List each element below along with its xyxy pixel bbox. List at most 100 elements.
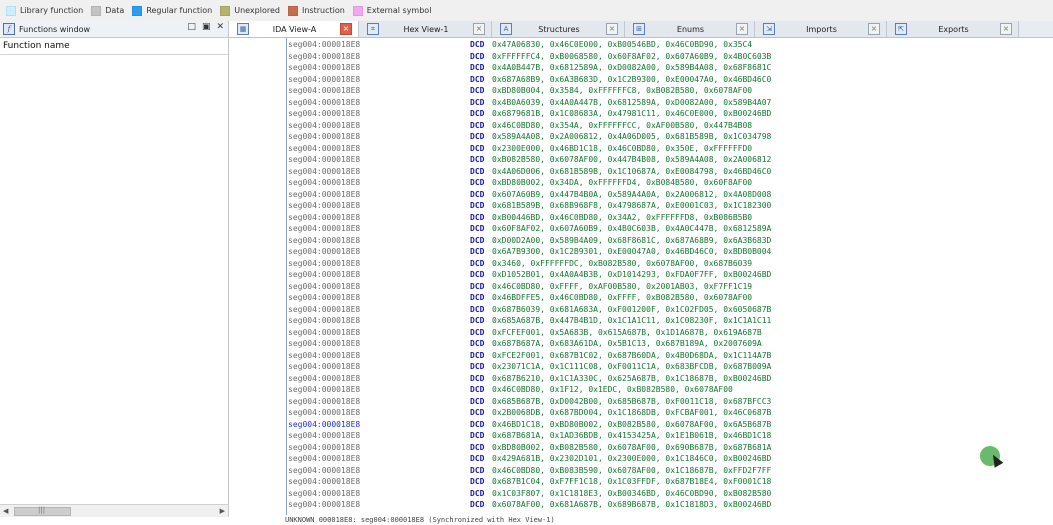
line-mnemonic: DCD: [470, 385, 485, 394]
disasm-line[interactable]: seg004:000018E8 DCD 0x46C0BD80, 0x1F12, 0x…: [288, 384, 771, 396]
disasm-line[interactable]: seg004:000018E8 DCD 0xFCE2F001, 0x687B1C02…: [288, 350, 771, 362]
disasm-line[interactable]: seg004:000018E8 DCD 0xBD80B002, 0x34DA, 0x…: [288, 177, 771, 189]
line-operands: 0xD00D2A00, 0x589B4A09, 0x68F8681C, 0x68…: [492, 235, 772, 245]
disasm-line[interactable]: seg004:000018E8 DCD 0x46C0BD80, 0xFFFF, 0x…: [288, 281, 771, 293]
close-icon[interactable]: ✕: [216, 22, 224, 32]
enums-icon: ⊞: [633, 23, 645, 35]
line-address: seg004:000018E8: [288, 281, 361, 291]
tab-hex-view-1[interactable]: ⌗ Hex View-1 ×: [359, 21, 492, 37]
disasm-line[interactable]: seg004:000018E8 DCD 0x685B687B, 0xD0042B00…: [288, 396, 771, 408]
disasm-line[interactable]: seg004:000018E8 DCD 0x46BD1C18, 0xBD80B002…: [288, 419, 771, 431]
disasm-line[interactable]: seg004:000018E8 DCD 0xB082B580, 0x6078AF00…: [288, 154, 771, 166]
line-operands: 0x4A06D006, 0x681B589B, 0x1C10687A, 0xE0…: [492, 166, 772, 176]
line-operands: 0x685B687B, 0xD0042B00, 0x685B687B, 0xF0…: [492, 396, 772, 406]
disasm-line[interactable]: seg004:000018E8 DCD 0x429A681B, 0x2302D101…: [288, 453, 771, 465]
disasm-line[interactable]: seg004:000018E8 DCD 0xBD80B004, 0x3584, 0x…: [288, 85, 771, 97]
line-mnemonic: DCD: [470, 120, 485, 130]
disasm-line[interactable]: seg004:000018E8 DCD 0x23071C1A, 0x1C111C08…: [288, 361, 771, 373]
tab-label: Hex View-1: [403, 24, 449, 34]
line-operands: 0x1C03F807, 0x1C1818E3, 0xB00346BD, 0x46…: [492, 488, 772, 498]
line-mnemonic: DCD: [470, 454, 485, 463]
disasm-line[interactable]: seg004:000018E8 DCD 0x2300E000, 0x46BD1C18…: [288, 143, 771, 155]
disasm-line[interactable]: seg004:000018E8 DCD 0x4B0A6039, 0x4A0A447B…: [288, 97, 771, 109]
restore-icon[interactable]: □: [187, 22, 196, 32]
line-operands: 0x687B6039, 0x681A683A, 0xF001200F, 0x1C…: [492, 304, 772, 314]
function-name-column-header[interactable]: Function name: [0, 38, 228, 55]
disasm-line[interactable]: seg004:000018E8 DCD 0x46C0BD80, 0xB083B590…: [288, 465, 771, 477]
disasm-line[interactable]: seg004:000018E8 DCD 0xB00446BD, 0x46C0BD80…: [288, 212, 771, 224]
legend-label: Unexplored: [234, 6, 280, 15]
tab-close-icon[interactable]: ×: [473, 23, 485, 35]
ida-view-listing[interactable]: seg004:000018E8 DCD 0x47A06830, 0x46C0E000…: [229, 38, 1053, 515]
disasm-line[interactable]: seg004:000018E8 DCD 0x687B6210, 0x1C1A330C…: [288, 373, 771, 385]
line-address: seg004:000018E8: [288, 350, 361, 360]
disasm-line[interactable]: seg004:000018E8 DCD 0x687A68B9, 0x6A3B683D…: [288, 74, 771, 86]
line-mnemonic: DCD: [470, 247, 485, 256]
line-address: seg004:000018E8: [288, 178, 361, 187]
line-mnemonic: DCD: [470, 132, 485, 141]
disasm-line[interactable]: seg004:000018E8 DCD 0xFFFFFFC4, 0xB0068580…: [288, 51, 771, 63]
tab-structures[interactable]: A Structures ×: [492, 21, 625, 37]
disasm-line[interactable]: seg004:000018E8 DCD 0x607A60B9, 0x447B4B0A…: [288, 189, 771, 201]
disasm-line[interactable]: seg004:000018E8 DCD 0xFCFEF001, 0x5A683B, …: [288, 327, 771, 339]
legend-label: Regular function: [146, 6, 213, 15]
functions-horizontal-scrollbar[interactable]: ◀ ||| ▶: [0, 504, 228, 517]
disasm-line[interactable]: seg004:000018E8 DCD 0x687B6039, 0x681A683A…: [288, 304, 771, 316]
disasm-line[interactable]: seg004:000018E8 DCD 0x47A06830, 0x46C0E000…: [288, 39, 771, 51]
disasm-line[interactable]: seg004:000018E8 DCD 0x681B589B, 0x68B968F8…: [288, 200, 771, 212]
disasm-line[interactable]: seg004:000018E8 DCD 0x687B681A, 0x1AD36BDB…: [288, 430, 771, 442]
line-address: seg004:000018E8: [288, 235, 361, 245]
line-operands: 0x60F8AF02, 0x607A60B9, 0x4B0C603B, 0x4A…: [492, 224, 772, 233]
functions-window[interactable]: f Functions window □ ▣ ✕ Function name ◀…: [0, 21, 229, 517]
legend-label: Data: [105, 6, 125, 15]
line-operands: 0xB082B580, 0x6078AF00, 0x447B4B08, 0x58…: [492, 155, 772, 164]
tab-close-icon[interactable]: ×: [1000, 23, 1012, 35]
line-mnemonic: DCD: [470, 155, 485, 164]
tab-ida-view-a[interactable]: ▦ IDA View-A ×: [229, 21, 359, 37]
tab-exports[interactable]: ⇱ Exports ×: [887, 21, 1019, 37]
disasm-line[interactable]: seg004:000018E8 DCD 0x3460, 0xFFFFFFDC, 0x…: [288, 258, 771, 270]
disasm-line[interactable]: seg004:000018E8 DCD 0xD1052B01, 0x4A0A4B3B…: [288, 269, 771, 281]
disasm-line[interactable]: seg004:000018E8 DCD 0x6A7B9300, 0x1C2B9301…: [288, 246, 771, 258]
disasm-line[interactable]: seg004:000018E8 DCD 0x4A0B447B, 0x6812589A…: [288, 62, 771, 74]
disasm-line[interactable]: seg004:000018E8 DCD 0x60F8AF02, 0x607A60B9…: [288, 223, 771, 235]
disasm-line[interactable]: seg004:000018E8 DCD 0x685A687B, 0x447B4B1D…: [288, 315, 771, 327]
disasm-line[interactable]: seg004:000018E8 DCD 0x687B687A, 0x683A61DA…: [288, 338, 771, 350]
disasm-line[interactable]: seg004:000018E8 DCD 0x4A06D006, 0x681B589B…: [288, 166, 771, 178]
line-address: seg004:000018E8: [288, 189, 361, 199]
scroll-left-icon[interactable]: ◀: [3, 505, 8, 517]
function-icon: f: [3, 23, 15, 35]
line-operands: 0xBD80B002, 0xB082B580, 0x6078AF00, 0x69…: [492, 442, 772, 452]
tab-close-icon[interactable]: ×: [736, 23, 748, 35]
tab-close-icon[interactable]: ×: [340, 23, 352, 35]
disasm-line[interactable]: seg004:000018E8 DCD 0x46BDFFE5, 0x46C0BD80…: [288, 292, 771, 304]
disasm-line[interactable]: seg004:000018E8 DCD 0xBD80B002, 0xB082B580…: [288, 442, 771, 454]
scroll-right-icon[interactable]: ▶: [220, 505, 225, 517]
tab-close-icon[interactable]: ×: [606, 23, 618, 35]
float-icon[interactable]: ▣: [202, 22, 211, 32]
function-name-header-label: Function name: [3, 41, 70, 51]
line-address: seg004:000018E8: [288, 362, 361, 371]
disasm-line[interactable]: seg004:000018E8 DCD 0x6078AF00, 0x681A687B…: [288, 499, 771, 511]
line-operands: 0x4A0B447B, 0x6812589A, 0xD0082A00, 0x58…: [492, 63, 772, 72]
legend-swatch: [220, 5, 231, 16]
legend-swatch: [352, 5, 363, 16]
legend-label: Library function: [20, 6, 84, 15]
disasm-line[interactable]: seg004:000018E8 DCD 0x46C0BD80, 0x354A, 0x…: [288, 120, 771, 132]
line-mnemonic: DCD: [470, 304, 485, 314]
disasm-line[interactable]: seg004:000018E8 DCD 0x687B1C04, 0xF7FF1C18…: [288, 476, 771, 488]
tab-imports[interactable]: ⇲ Imports ×: [755, 21, 887, 37]
exports-icon: ⇱: [895, 23, 907, 35]
line-address: seg004:000018E8: [288, 477, 361, 486]
disasm-line[interactable]: seg004:000018E8 DCD 0x6879681B, 0x1C08683A…: [288, 108, 771, 120]
line-mnemonic: DCD: [470, 51, 485, 61]
disasm-line[interactable]: seg004:000018E8 DCD 0x589A4A08, 0x2A006812…: [288, 131, 771, 143]
disasm-line[interactable]: seg004:000018E8 DCD 0x1C03F807, 0x1C1818E3…: [288, 488, 771, 500]
disasm-line[interactable]: seg004:000018E8 DCD 0x2B0068DB, 0x687BD004…: [288, 407, 771, 419]
tab-enums[interactable]: ⊞ Enums ×: [625, 21, 755, 37]
legend-label: External symbol: [366, 6, 432, 15]
tab-close-icon[interactable]: ×: [868, 23, 880, 35]
line-operands: 0x685A687B, 0x447B4B1D, 0x1C1A1C11, 0x1C…: [492, 316, 772, 325]
disasm-line[interactable]: seg004:000018E8 DCD 0xD00D2A00, 0x589B4A09…: [288, 235, 771, 247]
view-tab-bar: ▦ IDA View-A × ⌗ Hex View-1 × A Structures × ⊞ Enu…: [229, 21, 1053, 38]
